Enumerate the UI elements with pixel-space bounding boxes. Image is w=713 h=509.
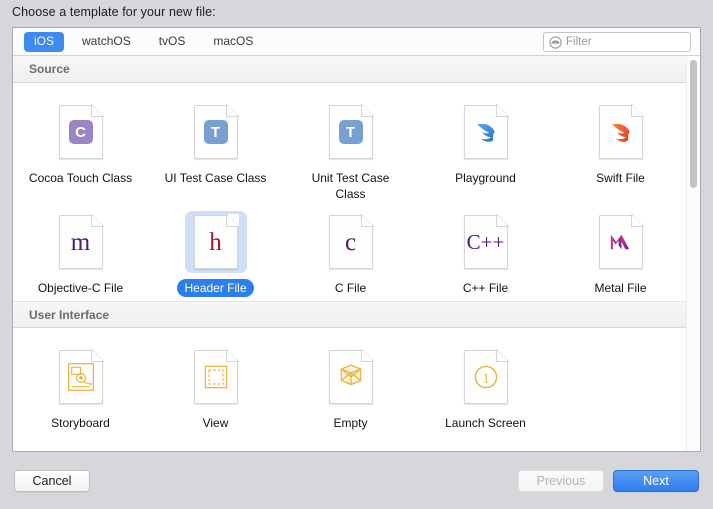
template-item-label: Objective-C File [37, 281, 124, 295]
template-item-c-file[interactable]: c C File [283, 203, 418, 297]
template-item-cocoa-touch-class[interactable]: C Cocoa Touch Class [13, 93, 148, 203]
cpp-file-icon: C++ [463, 214, 509, 269]
template-item-label: View [202, 416, 229, 430]
template-icon-box [320, 346, 382, 408]
document-glyph [329, 350, 373, 404]
template-item-objective-c-file[interactable]: m Objective-C File [13, 203, 148, 297]
template-grid: Storyboard View Empty 1 Launch Screen [13, 328, 688, 436]
filter-field[interactable]: Filter [543, 32, 691, 52]
document-glyph [59, 350, 103, 404]
previous-button[interactable]: Previous [518, 470, 604, 492]
document-glyph [194, 350, 238, 404]
template-scroll-area: Source C Cocoa Touch Class T UI Test Case Cl… [13, 56, 700, 451]
swift-file-icon [598, 104, 644, 159]
next-button[interactable]: Next [613, 470, 699, 492]
template-item-label: Header File [177, 279, 254, 297]
template-item-label: Playground [455, 171, 516, 185]
template-grid: C Cocoa Touch Class T UI Test Case Class T Un… [13, 83, 688, 301]
template-item-label: Storyboard [51, 416, 110, 430]
template-item-ui-test-case-class[interactable]: T UI Test Case Class [148, 93, 283, 203]
template-item-unit-test-case-class[interactable]: T Unit Test Case Class [283, 93, 418, 203]
c-file-icon: c [328, 214, 374, 269]
template-item-label: UI Test Case Class [164, 171, 267, 185]
template-panel: iOS watchOS tvOS macOS Filter Source C Cocoa … [12, 27, 701, 452]
document-glyph [599, 215, 643, 269]
page-title: Choose a template for your new file: [12, 5, 216, 19]
template-icon-box [590, 211, 652, 273]
playground-icon [463, 104, 509, 159]
document-glyph: m [70, 228, 91, 256]
template-item-metal-file[interactable]: Metal File [553, 203, 688, 297]
template-item-playground[interactable]: Playground [418, 93, 553, 203]
section-header-source: Source [13, 56, 688, 83]
ui-test-case-class-icon: T [193, 104, 239, 159]
tab-tvos[interactable]: tvOS [149, 32, 196, 52]
tab-macos[interactable]: macOS [203, 32, 263, 52]
section-header-user-interface: User Interface [13, 301, 688, 328]
template-icon-box: T [320, 101, 382, 163]
template-item-empty[interactable]: Empty [283, 338, 418, 432]
template-icon-box: C [50, 101, 112, 163]
document-glyph: C [59, 105, 103, 159]
vertical-scrollbar[interactable] [686, 57, 700, 451]
cancel-button[interactable]: Cancel [14, 470, 90, 492]
template-item-label: Metal File [594, 281, 647, 295]
platform-tab-bar: iOS watchOS tvOS macOS Filter [13, 28, 700, 56]
unit-test-case-class-icon: T [328, 104, 374, 159]
filter-placeholder: Filter [566, 35, 592, 48]
scrollbar-thumb[interactable] [690, 60, 697, 188]
template-icon-box [185, 346, 247, 408]
template-icon-box [50, 346, 112, 408]
storyboard-icon [58, 349, 104, 404]
header-file-icon: h [193, 214, 239, 269]
template-item-view[interactable]: View [148, 338, 283, 432]
launch-screen-icon: 1 [463, 349, 509, 404]
template-item-label: Launch Screen [445, 416, 526, 430]
template-icon-box: m [50, 211, 112, 273]
template-icon-box [590, 101, 652, 163]
document-glyph: h [209, 228, 222, 256]
svg-text:1: 1 [482, 370, 489, 386]
document-glyph: C++ [466, 229, 505, 254]
template-icon-box: h [184, 211, 247, 273]
document-glyph: T [194, 105, 238, 159]
view-icon [193, 349, 239, 404]
template-item-swift-file[interactable]: Swift File [553, 93, 688, 203]
document-glyph: c [344, 228, 357, 256]
template-icon-box: T [185, 101, 247, 163]
template-icon-box: 1 [455, 346, 517, 408]
document-glyph: T [329, 105, 373, 159]
objective-c-file-icon: m [58, 214, 104, 269]
template-icon-box: C++ [455, 211, 517, 273]
template-item-label: C File [334, 281, 367, 295]
template-item-label: C++ File [462, 281, 509, 295]
template-item-label: Unit Test Case Class [311, 171, 390, 201]
empty-icon [328, 349, 374, 404]
cocoa-touch-class-icon: C [58, 104, 104, 159]
template-icon-box: c [320, 211, 382, 273]
template-icon-box [455, 101, 517, 163]
document-glyph [464, 105, 508, 159]
tab-ios[interactable]: iOS [24, 31, 65, 52]
filter-icon [549, 35, 562, 49]
metal-file-icon [598, 214, 644, 269]
document-glyph [599, 105, 643, 159]
template-item-storyboard[interactable]: Storyboard [13, 338, 148, 432]
tab-watchos[interactable]: watchOS [72, 32, 141, 52]
section-title: User Interface [29, 307, 110, 322]
template-item-label: Cocoa Touch Class [28, 171, 133, 185]
template-item-label: Swift File [596, 171, 645, 185]
template-item-label: Empty [333, 416, 368, 430]
document-glyph: 1 [464, 350, 508, 404]
section-title: Source [29, 62, 70, 76]
template-item-header-file[interactable]: h Header File [148, 203, 283, 297]
template-item-c-file[interactable]: C++ C++ File [418, 203, 553, 297]
template-item-launch-screen[interactable]: 1 Launch Screen [418, 338, 553, 432]
template-sections: Source C Cocoa Touch Class T UI Test Case Cl… [13, 56, 688, 436]
template-chooser-dialog: Choose a template for your new file: iOS… [0, 0, 713, 509]
